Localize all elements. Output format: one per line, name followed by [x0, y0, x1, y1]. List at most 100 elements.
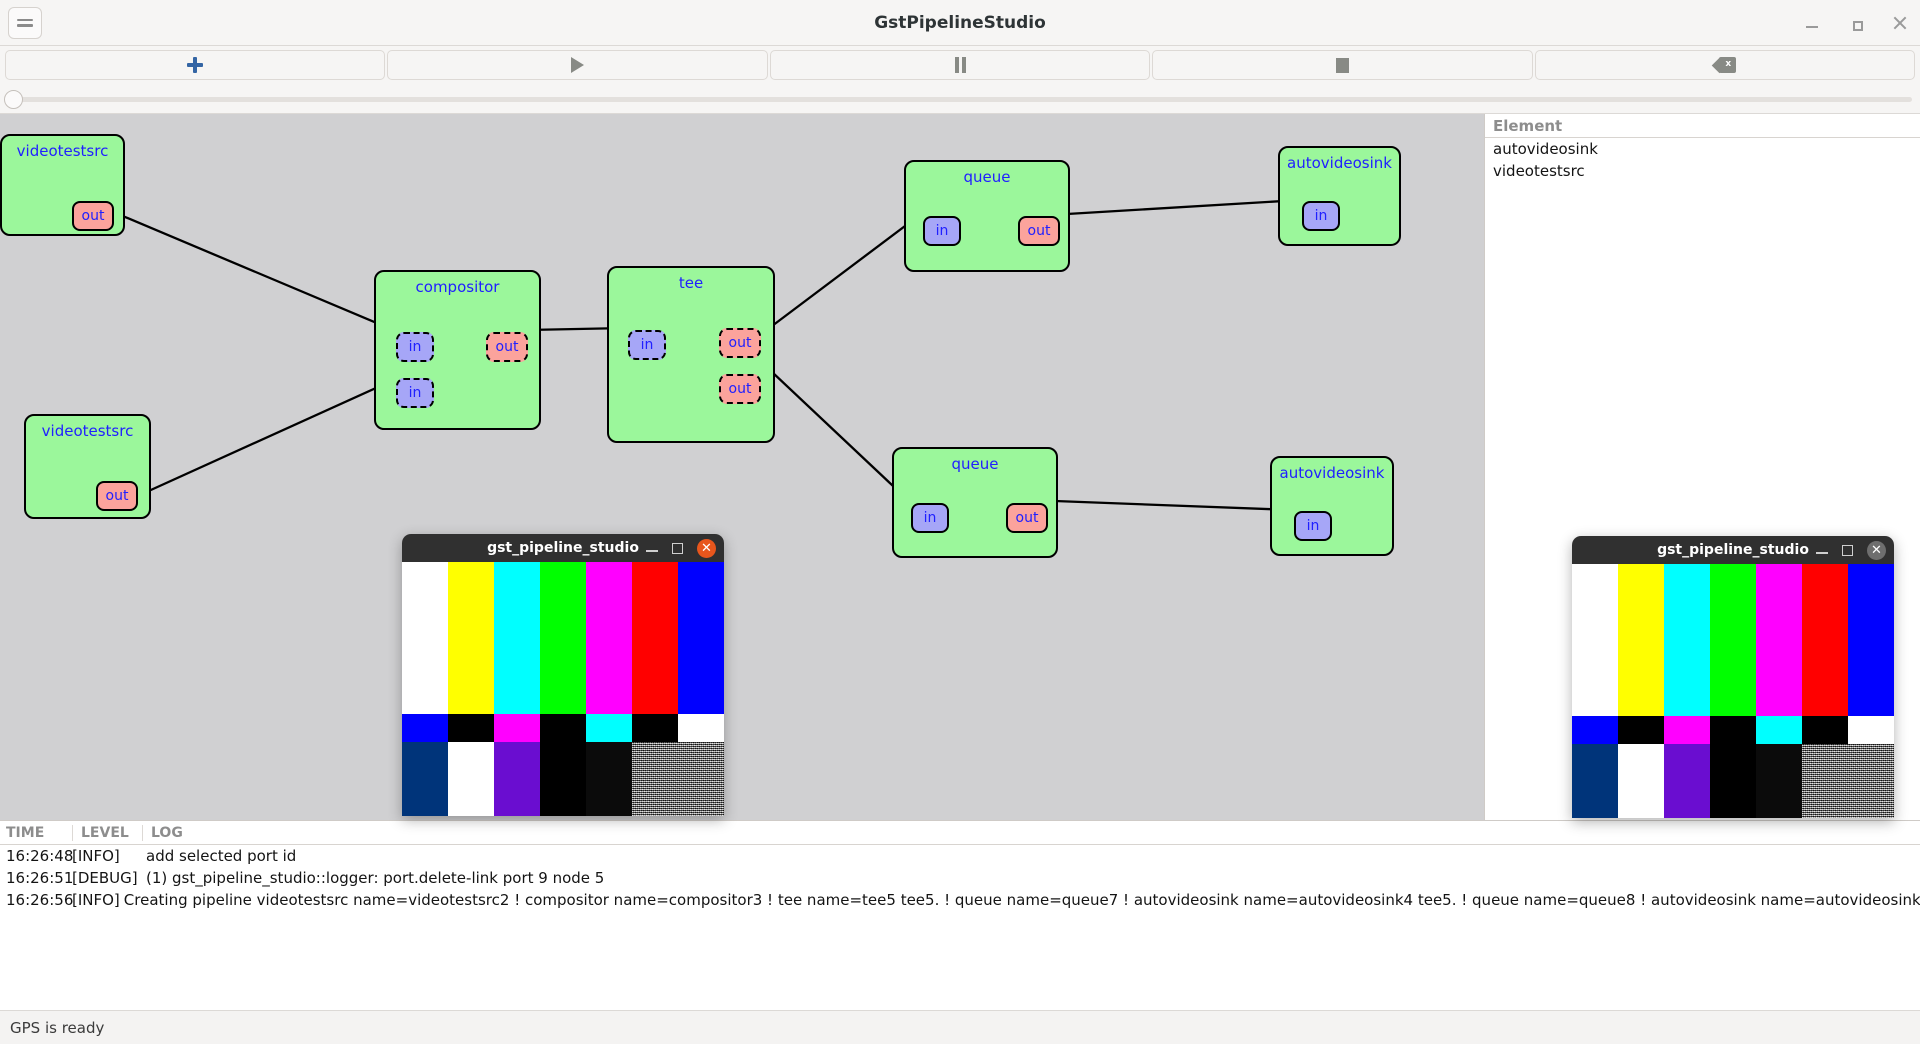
video-window-2[interactable]: gst_pipeline_studio ✕	[1572, 536, 1894, 818]
video-window-controls: ✕	[646, 538, 716, 558]
color-bars-row-secondary	[1572, 716, 1894, 745]
video-window-title: gst_pipeline_studio	[1657, 542, 1809, 558]
color-bar-cell	[632, 714, 678, 743]
port-out-1[interactable]: out	[1018, 216, 1060, 246]
color-bar-cell	[1618, 716, 1664, 745]
log-table-header: TIME LEVEL LOG	[0, 821, 1920, 845]
color-bar-cell	[494, 562, 540, 715]
color-bar-cell	[1710, 716, 1756, 745]
node-title: queue	[963, 168, 1011, 186]
window-controls	[1802, 0, 1910, 46]
maximize-icon[interactable]	[672, 542, 683, 554]
app-window: GstPipelineStudio x videotestsrc out vid…	[0, 0, 1920, 1044]
color-bar-cell	[1802, 716, 1848, 745]
node-title: compositor	[415, 278, 500, 296]
plus-icon	[187, 57, 204, 73]
node-title: tee	[678, 274, 704, 292]
log-cell-time: 16:26:48	[6, 847, 74, 865]
zoom-slider-track[interactable]	[8, 97, 1912, 102]
node-title: videotestsrc	[41, 422, 134, 440]
port-out-0[interactable]: out	[72, 201, 114, 231]
graph-link[interactable]	[771, 371, 910, 502]
graph-link[interactable]	[1054, 499, 1293, 512]
graph-link[interactable]	[117, 212, 399, 334]
port-out-2[interactable]: out	[719, 374, 761, 404]
graph-node-autovideosink-2[interactable]: autovideosink in	[1270, 456, 1394, 556]
color-bar-cell	[1756, 564, 1802, 717]
graph-link[interactable]	[771, 213, 922, 327]
graph-node-videotestsrc-1[interactable]: videotestsrc out	[0, 134, 125, 236]
close-icon[interactable]: ✕	[1867, 540, 1886, 560]
color-bars-row-secondary	[402, 714, 724, 743]
video-window-titlebar[interactable]: gst_pipeline_studio ✕	[402, 534, 724, 562]
status-text: GPS is ready	[10, 1018, 105, 1037]
status-bar: GPS is ready	[0, 1010, 1920, 1044]
close-icon[interactable]: ✕	[697, 538, 716, 558]
pause-button[interactable]	[769, 50, 1151, 80]
port-in-0[interactable]: in	[911, 503, 949, 533]
graph-link[interactable]	[141, 376, 399, 496]
log-cell-time: 16:26:56	[6, 891, 74, 909]
graph-link[interactable]	[1066, 198, 1301, 216]
log-col-time: TIME	[6, 824, 45, 841]
hamburger-icon[interactable]	[8, 6, 42, 39]
log-col-log: LOG	[142, 824, 1920, 841]
port-out-0[interactable]: out	[96, 481, 138, 511]
color-bar-cell	[448, 742, 494, 816]
close-icon[interactable]	[1890, 13, 1910, 33]
minimize-icon[interactable]	[646, 542, 658, 554]
minimize-icon[interactable]	[1802, 13, 1822, 33]
port-in-0[interactable]: in	[396, 332, 434, 362]
graph-node-autovideosink-1[interactable]: autovideosink in	[1278, 146, 1401, 246]
port-in-2[interactable]: in	[396, 378, 434, 408]
port-out-1[interactable]: out	[486, 332, 528, 362]
maximize-icon[interactable]	[1846, 13, 1866, 33]
node-title: queue	[951, 455, 999, 473]
video-window-1[interactable]: gst_pipeline_studio ✕	[402, 534, 724, 816]
color-bar-cell	[1848, 564, 1894, 717]
port-out-1[interactable]: out	[1006, 503, 1048, 533]
color-bar-cell	[586, 714, 632, 743]
stop-button[interactable]	[1152, 50, 1533, 80]
color-bar-cell	[448, 714, 494, 743]
pipeline-canvas[interactable]: videotestsrc out videotestsrc out compositor…	[0, 114, 1484, 820]
log-col-level: LEVEL	[72, 824, 142, 841]
pause-icon	[954, 57, 966, 73]
color-bar-cell	[1848, 744, 1894, 818]
element-list-item[interactable]: videotestsrc	[1485, 160, 1920, 182]
clear-button[interactable]: x	[1534, 50, 1916, 80]
play-button[interactable]	[387, 50, 768, 80]
color-bar-cell	[1756, 744, 1802, 818]
graph-node-queue-2[interactable]: queue in out	[892, 447, 1058, 558]
graph-node-compositor-1[interactable]: compositor in out in	[374, 270, 541, 430]
color-bars-row-primary	[1572, 564, 1894, 717]
port-in-0[interactable]: in	[1294, 511, 1332, 541]
port-in-0[interactable]: in	[628, 330, 666, 360]
toolbar: x	[0, 46, 1920, 84]
log-cell-log: (1) gst_pipeline_studio::logger: port.de…	[146, 869, 605, 887]
add-element-button[interactable]	[5, 50, 386, 80]
port-out-1[interactable]: out	[719, 328, 761, 358]
maximize-icon[interactable]	[1842, 544, 1853, 556]
video-window-titlebar[interactable]: gst_pipeline_studio ✕	[1572, 536, 1894, 564]
log-cell-time: 16:26:51	[6, 869, 74, 887]
video-window-controls: ✕	[1816, 540, 1886, 560]
graph-node-videotestsrc-2[interactable]: videotestsrc out	[24, 414, 151, 519]
log-cell-level: [INFO]	[72, 847, 120, 865]
color-bar-cell	[402, 714, 448, 743]
graph-node-tee-1[interactable]: tee in out out	[607, 266, 775, 443]
color-bar-cell	[402, 742, 448, 816]
log-cell-log: add selected port id	[146, 847, 297, 865]
zoom-slider-thumb[interactable]	[4, 90, 23, 109]
header-bar: GstPipelineStudio	[0, 0, 1920, 46]
color-bar-cell	[1572, 716, 1618, 745]
color-bar-cell	[632, 742, 678, 816]
port-in-0[interactable]: in	[923, 216, 961, 246]
color-bar-cell	[678, 742, 724, 816]
minimize-icon[interactable]	[1816, 544, 1828, 556]
port-in-0[interactable]: in	[1302, 201, 1340, 231]
graph-node-queue-1[interactable]: queue in out	[904, 160, 1070, 272]
element-list-item[interactable]: autovideosink	[1485, 138, 1920, 160]
color-bar-cell	[1802, 564, 1848, 717]
color-bar-cell	[632, 562, 678, 715]
